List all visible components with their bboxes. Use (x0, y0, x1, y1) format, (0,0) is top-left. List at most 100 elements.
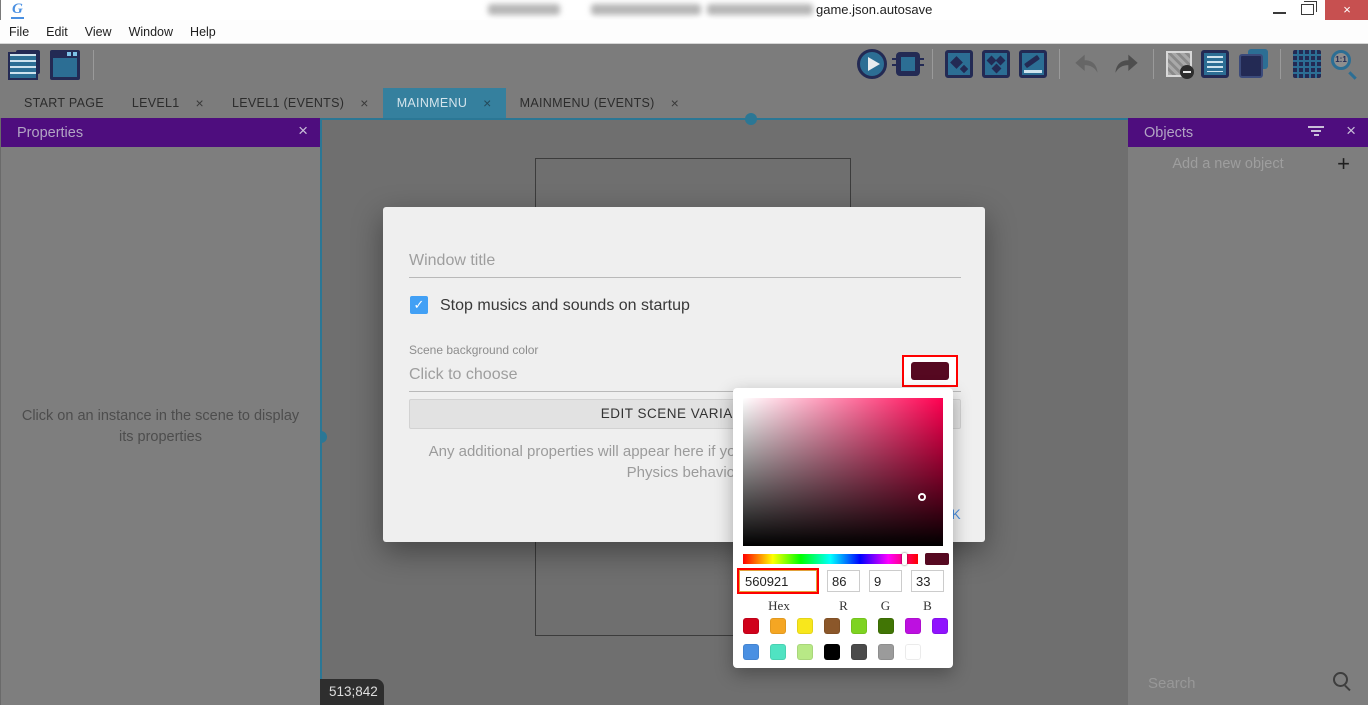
horizontal-scroll-thumb[interactable] (745, 113, 757, 125)
gdevelop-logo-icon: G (11, 1, 24, 19)
properties-panel: Properties × Click on an instance in the… (0, 118, 320, 705)
blue-input[interactable] (911, 570, 944, 592)
window-title: game.json.autosave (816, 2, 932, 17)
toolbar-separator (932, 49, 933, 79)
tab-label: MAINMENU (EVENTS) (520, 96, 655, 110)
instances-list-icon[interactable] (1201, 50, 1229, 78)
preset-swatch-row (743, 618, 948, 634)
preset-color-swatch[interactable] (770, 618, 786, 634)
menu-edit[interactable]: Edit (46, 25, 68, 39)
red-input[interactable] (827, 570, 860, 592)
background-color-swatch-highlight[interactable] (902, 355, 958, 387)
properties-panel-header: Properties × (1, 118, 320, 147)
menu-window[interactable]: Window (129, 25, 173, 39)
menu-view[interactable]: View (85, 25, 112, 39)
window-title-field[interactable] (409, 249, 949, 273)
vertical-scrollbar[interactable] (320, 118, 322, 684)
preset-color-swatch[interactable] (905, 618, 921, 634)
debug-icon[interactable] (896, 52, 920, 76)
redacted-title-segment (707, 4, 813, 15)
filter-icon[interactable] (1308, 126, 1324, 138)
preset-color-swatch[interactable] (770, 644, 786, 660)
objects-editor-icon[interactable] (945, 50, 973, 78)
green-label: G (869, 598, 902, 614)
grid-toggle-icon[interactable] (1293, 50, 1321, 78)
tab-mainmenu[interactable]: MAINMENU × (383, 88, 506, 118)
zoom-original-icon[interactable]: 1:1 (1330, 49, 1360, 79)
preset-color-swatch[interactable] (851, 618, 867, 634)
redo-icon[interactable] (1111, 50, 1141, 78)
hue-slider[interactable] (743, 554, 918, 564)
undo-icon[interactable] (1072, 50, 1102, 78)
tab-label: MAINMENU (397, 96, 467, 110)
background-color-label: Scene background color (409, 343, 538, 357)
background-color-swatch[interactable] (911, 362, 949, 380)
objects-panel: Objects × Add a new object + (1128, 118, 1368, 705)
preset-swatch-row (743, 644, 921, 660)
menu-file[interactable]: File (9, 25, 29, 39)
background-color-field[interactable] (409, 363, 869, 387)
layers-editor-icon[interactable] (1238, 49, 1268, 79)
stop-music-checkbox[interactable]: ✓ (410, 296, 428, 314)
tab-close-icon[interactable]: × (483, 95, 491, 111)
tab-label: LEVEL1 (132, 96, 180, 110)
saturation-selector-ring[interactable] (918, 493, 926, 501)
preset-color-swatch[interactable] (743, 618, 759, 634)
search-icon[interactable] (1332, 671, 1352, 691)
object-groups-icon[interactable] (982, 50, 1010, 78)
objects-panel-title: Objects (1144, 125, 1193, 141)
horizontal-scrollbar[interactable] (320, 118, 1128, 120)
objects-panel-header: Objects × (1128, 118, 1368, 147)
start-page-icon[interactable] (50, 50, 80, 80)
tab-level1[interactable]: LEVEL1 × (118, 88, 218, 118)
preset-color-swatch[interactable] (824, 644, 840, 660)
hex-input[interactable] (739, 570, 817, 592)
tab-mainmenu-events[interactable]: MAINMENU (EVENTS) × (506, 88, 693, 118)
project-manager-icon[interactable] (8, 50, 40, 80)
preset-color-swatch[interactable] (797, 618, 813, 634)
field-underline (409, 277, 961, 278)
menu-help[interactable]: Help (190, 25, 216, 39)
close-button[interactable]: × (1325, 0, 1368, 20)
gdevelop-window: G game.json.autosave × File Edit View Wi… (0, 0, 1368, 705)
restore-button[interactable] (1301, 4, 1314, 15)
toolbar-separator (1280, 49, 1281, 79)
mask-toggle-icon[interactable] (1166, 51, 1192, 77)
properties-edit-icon[interactable] (1019, 50, 1047, 78)
color-picker-popup: Hex R G B (733, 388, 953, 668)
tab-start-page[interactable]: START PAGE (10, 88, 118, 118)
current-color-swatch (925, 553, 949, 565)
tab-close-icon[interactable]: × (671, 95, 679, 111)
preset-color-swatch[interactable] (932, 618, 948, 634)
preset-color-swatch[interactable] (797, 644, 813, 660)
preset-color-swatch[interactable] (851, 644, 867, 660)
preview-play-icon[interactable] (857, 49, 887, 79)
preset-color-swatch[interactable] (824, 618, 840, 634)
objects-search-input[interactable] (1148, 671, 1318, 695)
properties-panel-title: Properties (17, 125, 83, 141)
red-label: R (827, 598, 860, 614)
tab-close-icon[interactable]: × (196, 95, 204, 111)
preset-color-swatch[interactable] (743, 644, 759, 660)
hue-slider-handle[interactable] (902, 553, 907, 565)
redacted-title-segment (591, 4, 701, 15)
preset-color-swatch[interactable] (878, 644, 894, 660)
stop-music-label: Stop musics and sounds on startup (440, 297, 690, 315)
blue-label: B (911, 598, 944, 614)
saturation-area[interactable] (743, 398, 943, 546)
add-object-plus-icon[interactable]: + (1337, 151, 1350, 177)
add-object-label[interactable]: Add a new object (1128, 156, 1328, 172)
green-input[interactable] (869, 570, 902, 592)
minimize-button[interactable] (1273, 12, 1286, 14)
tab-level1-events[interactable]: LEVEL1 (EVENTS)× (218, 88, 383, 118)
properties-close-icon[interactable]: × (298, 121, 308, 141)
toolbar: 1:1 (0, 44, 1368, 88)
preset-color-swatch[interactable] (878, 618, 894, 634)
hex-label: Hex (737, 598, 821, 614)
toolbar-separator (1059, 49, 1060, 79)
toolbar-separator (93, 50, 94, 80)
tab-close-icon[interactable]: × (360, 95, 368, 111)
objects-close-icon[interactable]: × (1346, 121, 1356, 141)
preset-color-swatch[interactable] (905, 644, 921, 660)
properties-empty-message: Click on an instance in the scene to dis… (1, 406, 320, 448)
